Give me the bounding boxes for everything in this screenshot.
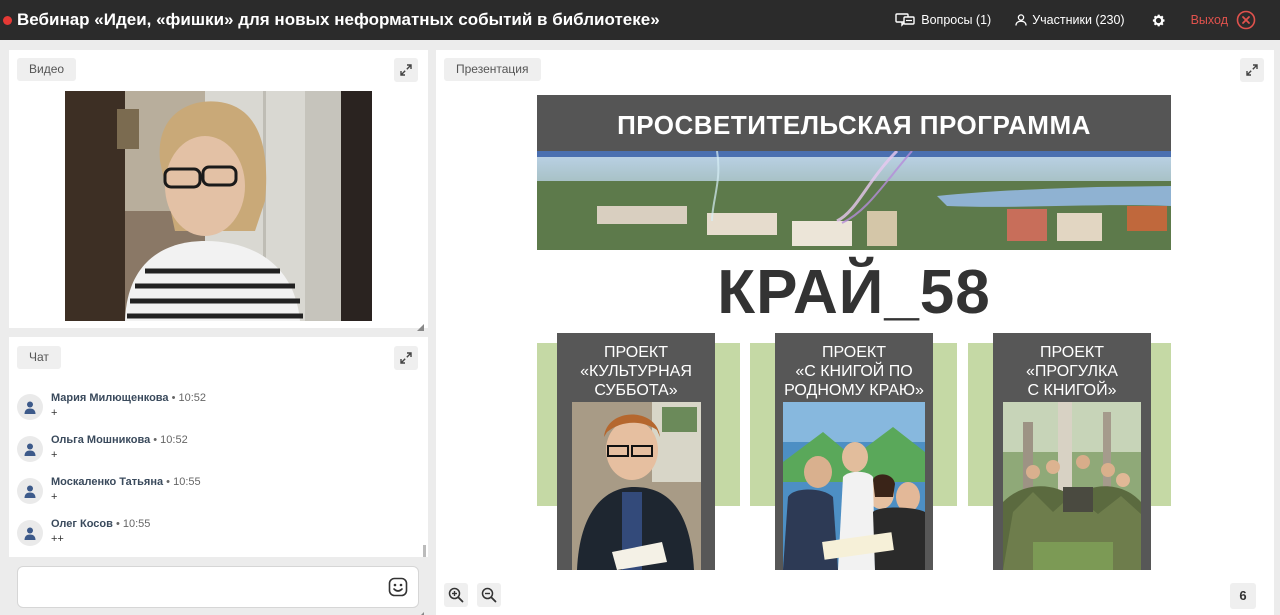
chat-message: Москаленко Татьяна • 10:55 + [17, 474, 407, 504]
project-card: ПРОЕКТ «С КНИГОЙ ПО РОДНОМУ КРАЮ» [775, 333, 933, 570]
project-card: ПРОЕКТ «ПРОГУЛКА С КНИГОЙ» [993, 333, 1151, 570]
chat-panel: Чат Мария Милющенкова • 10:52 + Ольга Мо… [9, 337, 428, 557]
webinar-title: Вебинар «Идеи, «фишки» для новых неформа… [17, 10, 660, 29]
questions-icon [895, 13, 915, 27]
avatar [17, 478, 43, 504]
emoji-button[interactable] [388, 577, 408, 597]
avatar [17, 436, 43, 462]
message-author: Олег Косов [51, 518, 113, 530]
message-time: 10:52 [178, 392, 207, 404]
chat-message-input[interactable] [18, 567, 378, 607]
video-panel: Видео [9, 50, 428, 331]
slide-header: ПРОСВЕТИТЕЛЬСКАЯ ПРОГРАММА [537, 95, 1171, 151]
user-icon [1015, 14, 1027, 26]
close-circle-icon [1236, 10, 1256, 30]
message-author: Мария Милющенкова [51, 392, 169, 404]
slide-page-number: 6 [1230, 583, 1256, 609]
message-time: 10:52 [160, 434, 188, 446]
slide-big-title: КРАЙ_58 [717, 258, 991, 327]
chat-input-area [9, 557, 428, 615]
chat-expand-button[interactable] [394, 346, 418, 370]
project-photo [572, 402, 701, 570]
city-panorama-image [537, 151, 1171, 250]
project-card: ПРОЕКТ «КУЛЬТУРНАЯ СУББОТА» [557, 333, 715, 570]
exit-label: Выход [1190, 13, 1228, 27]
message-text: ++ [51, 533, 64, 545]
video-expand-button[interactable] [394, 58, 418, 82]
project-title-line: ПРОЕКТ [603, 344, 669, 361]
user-avatar-icon [24, 401, 36, 414]
project-title-line: СУББОТА» [594, 382, 678, 399]
participants-label: Участники (230) [1032, 13, 1125, 27]
user-avatar-icon [24, 527, 36, 540]
project-photo [1003, 402, 1141, 570]
project-title-line: РОДНОМУ КРАЮ» [784, 382, 924, 399]
message-time: 10:55 [122, 518, 151, 530]
chat-label: Чат [17, 346, 61, 369]
message-text: + [51, 407, 58, 419]
zoom-in-icon [448, 587, 464, 603]
expand-icon [400, 352, 412, 364]
chat-message: Мария Милющенкова • 10:52 + [17, 390, 407, 420]
presentation-label: Презентация [444, 58, 541, 81]
chat-resize-grip[interactable] [417, 606, 424, 615]
project-title-line: «С КНИГОЙ ПО [795, 363, 913, 380]
project-title-line: «ПРОГУЛКА [1026, 363, 1118, 380]
participants-button[interactable]: Участники (230) [1015, 13, 1125, 27]
top-actions: Вопросы (1) Участники (230) Выход [895, 0, 1280, 40]
project-photo [783, 402, 925, 570]
chat-message: Олег Косов • 10:55 ++ [17, 516, 407, 546]
questions-label: Вопросы (1) [921, 13, 992, 27]
smiley-icon [388, 577, 408, 597]
project-title-line: ПРОЕКТ [1039, 344, 1105, 361]
project-title-line: ПРОЕКТ [821, 344, 887, 361]
expand-icon [1246, 64, 1258, 76]
user-avatar-icon [24, 485, 36, 498]
zoom-out-button[interactable] [477, 583, 501, 607]
message-author: Москаленко Татьяна [51, 476, 164, 488]
chat-message: Ольга Мошникова • 10:52 + [17, 432, 407, 462]
zoom-in-button[interactable] [444, 583, 468, 607]
message-text: + [51, 491, 58, 503]
video-resize-grip[interactable] [417, 318, 424, 331]
settings-button[interactable] [1151, 13, 1166, 28]
avatar [17, 394, 43, 420]
presentation-expand-button[interactable] [1240, 58, 1264, 82]
user-avatar-icon [24, 443, 36, 456]
gear-icon [1151, 13, 1166, 28]
questions-button[interactable]: Вопросы (1) [895, 13, 991, 27]
project-title-line: С КНИГОЙ» [1027, 382, 1117, 399]
avatar [17, 520, 43, 546]
zoom-out-icon [481, 587, 497, 603]
presentation-slide: ПРОСВЕТИТЕЛЬСКАЯ ПРОГРАММА КРАЙ_58 ПРОЕК… [537, 95, 1171, 570]
message-time: 10:55 [173, 476, 201, 488]
video-feed [65, 91, 372, 321]
exit-button[interactable]: Выход [1191, 10, 1256, 30]
top-bar: Вебинар «Идеи, «фишки» для новых неформа… [0, 0, 1280, 40]
chat-scrollbar[interactable] [423, 545, 426, 557]
project-title-line: «КУЛЬТУРНАЯ [580, 363, 692, 380]
message-author: Ольга Мошникова [51, 434, 151, 446]
message-text: + [51, 449, 58, 461]
recording-indicator [3, 15, 12, 25]
video-label: Видео [17, 58, 77, 81]
presentation-panel: Презентация ПРОСВЕТИТЕЛЬСКАЯ ПРОГРАММА К… [436, 50, 1274, 615]
chat-input-box [17, 566, 419, 608]
expand-icon [400, 64, 412, 76]
